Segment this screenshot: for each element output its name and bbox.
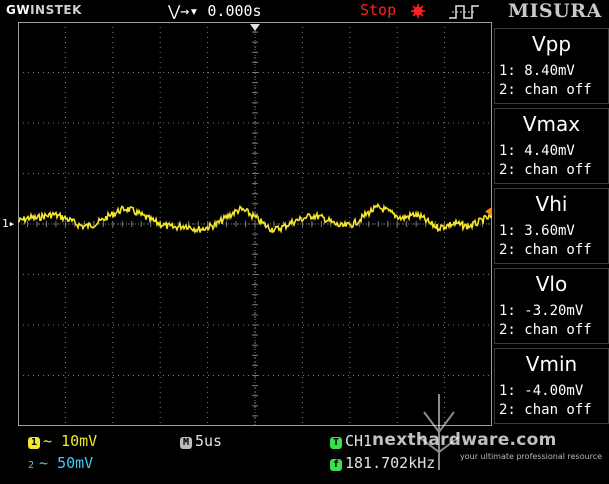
measurement-ch2-value: 2: chan off (499, 82, 592, 98)
brand-logo: GWINSTEK (6, 3, 82, 17)
measurement-ch2-value: 2: chan off (499, 322, 592, 338)
measurement-vpp[interactable]: Vpp 1: 8.40mV 2: chan off (494, 28, 609, 104)
measurement-vhi[interactable]: Vhi 1: 3.60mV 2: chan off (494, 188, 609, 264)
brand-prefix: GW (6, 3, 31, 17)
horizontal-position-readout: ⋁→▾ 0.000s (168, 2, 262, 20)
measurement-ch1-value: 1: -3.20mV (499, 303, 584, 319)
graticule (18, 22, 492, 426)
ch2-scale-value: ~ 50mV (39, 454, 94, 472)
measurement-title: Vlo (535, 272, 568, 296)
brand-suffix: INSTEK (30, 3, 82, 17)
stop-icon (411, 4, 425, 18)
top-status-bar: GWINSTEK ⋁→▾ 0.000s Stop MISURA (0, 0, 609, 22)
ch1-vertical-scale[interactable]: 1 ~ 10mV (28, 432, 97, 450)
watermark-text: nexthardware.com (372, 430, 557, 450)
run-state-indicator[interactable]: Stop (360, 1, 396, 19)
measurement-ch1-value: 1: 8.40mV (499, 63, 575, 79)
measurement-title: Vmin (525, 352, 578, 376)
measurement-title: Vhi (535, 192, 568, 216)
measurement-ch2-value: 2: chan off (499, 162, 592, 178)
measurement-vmax[interactable]: Vmax 1: 4.40mV 2: chan off (494, 108, 609, 184)
measurement-title: Vmax (522, 112, 581, 136)
measurement-ch1-value: 1: -4.00mV (499, 383, 584, 399)
measurement-ch2-value: 2: chan off (499, 402, 592, 418)
ch2-badge-icon: 2 (28, 460, 35, 471)
measurement-title: Vpp (531, 32, 572, 56)
measurement-panel: Vpp 1: 8.40mV 2: chan off Vmax 1: 4.40mV… (494, 28, 609, 428)
measurement-vlo[interactable]: Vlo 1: -3.20mV 2: chan off (494, 268, 609, 344)
ch1-scale-value: ~ 10mV (43, 432, 98, 450)
timebase-scale[interactable]: M 5us (180, 432, 222, 450)
menu-title: MISURA (508, 0, 602, 22)
trigger-source[interactable]: T CH1 (330, 432, 372, 450)
measurement-ch1-value: 1: 3.60mV (499, 223, 575, 239)
measurement-ch2-value: 2: chan off (499, 242, 592, 258)
watermark-subtitle: your ultimate professional resource (460, 452, 603, 461)
trigger-edge-icon (449, 5, 479, 19)
ch1-ground-marker[interactable]: 1▸ (2, 217, 15, 230)
trigger-badge-icon: T (330, 437, 342, 449)
measurement-vmin[interactable]: Vmin 1: -4.00mV 2: chan off (494, 348, 609, 424)
timebase-value: 5us (195, 432, 223, 450)
timebase-badge-icon: M (180, 437, 192, 449)
measurement-ch1-value: 1: 4.40mV (499, 143, 575, 159)
ch2-vertical-scale[interactable]: 2 ~ 50mV (28, 454, 93, 472)
trigger-source-value: CH1 (345, 432, 373, 450)
frequency-badge-icon: f (330, 459, 342, 471)
trigger-level-marker[interactable] (485, 207, 491, 216)
trigger-position-marker[interactable] (250, 24, 260, 31)
waveform-display[interactable] (18, 22, 492, 426)
ch1-badge-icon: 1 (28, 437, 40, 449)
